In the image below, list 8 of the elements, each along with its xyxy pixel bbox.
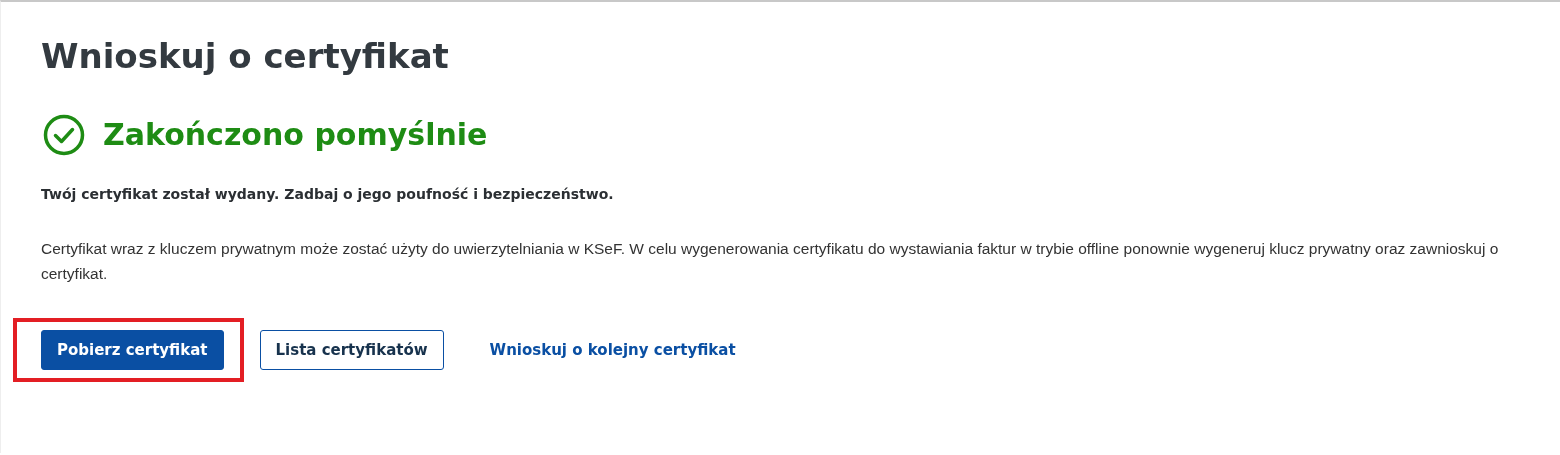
- page-title: Wnioskuj o certyfikat: [41, 35, 450, 78]
- download-button[interactable]: Pobierz certyfikat: [41, 330, 224, 370]
- list-button[interactable]: Lista certyfikatów: [259, 330, 444, 370]
- description-text: Certyfikat wraz z kluczem prywatnym może zostać użyty do uwierzytelniania w KSeF. W celu wygenerowania certyfikatu do wystawiania faktur w trybie offline ponownie wygeneruj klucz prywatny oraz zawnioskuj o certyfikat.: [41, 239, 1500, 284]
- notice-text: Twój certyfikat został wydany. Zadbaj o jego poufność i bezpieczeństwo.: [41, 186, 615, 202]
- link[interactable]: Wnioskuj o kolejny certyfikat: [479, 330, 746, 370]
- status-heading: Zakończono pomyślnie: [103, 116, 488, 154]
- check-circle-icon: [43, 114, 85, 156]
